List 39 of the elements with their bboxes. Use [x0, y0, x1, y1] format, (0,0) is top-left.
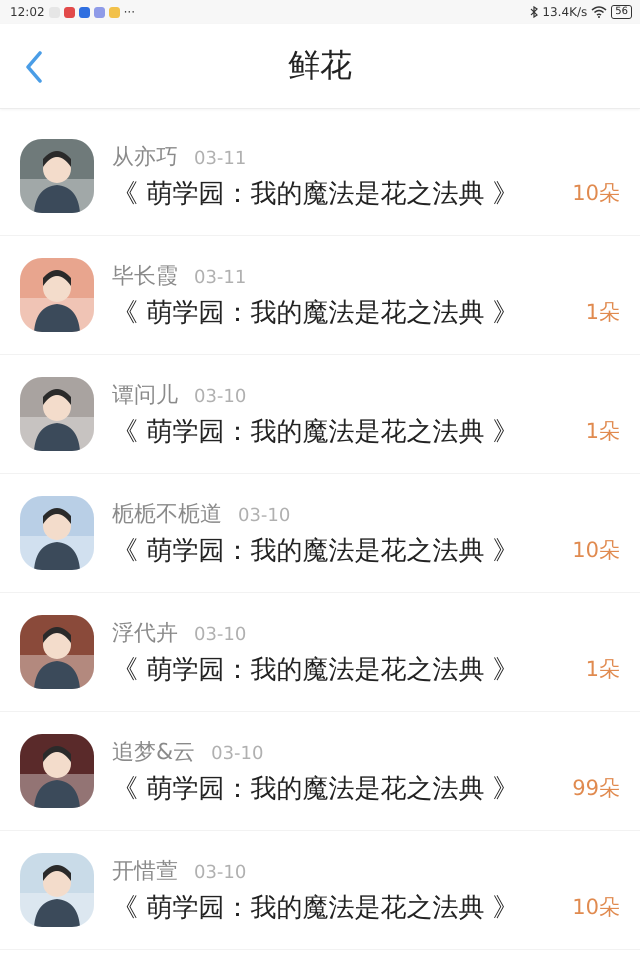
book-title: 《 萌学园：我的魔法是花之法典 》 [112, 296, 519, 330]
flower-count: 1朵 [586, 299, 620, 326]
book-title: 《 萌学园：我的魔法是花之法典 》 [112, 892, 519, 924]
user-name: 浮代卉 [112, 620, 178, 648]
wifi-icon [591, 6, 608, 18]
user-name: 谭问儿 [112, 382, 178, 410]
book-title: 《 萌学园：我的魔法是花之法典 》 [112, 654, 519, 686]
flower-count: 10朵 [572, 537, 620, 564]
more-notifications: ··· [124, 5, 136, 19]
app-icon [78, 6, 90, 18]
gift-date: 03-10 [194, 862, 246, 882]
gift-date: 03-10 [194, 386, 246, 406]
gift-date: 03-11 [194, 148, 246, 168]
gift-date: 03-11 [194, 266, 246, 288]
book-title: 《 萌学园：我的魔法是花之法典 》 [112, 416, 519, 448]
user-name: 追梦&云 [112, 738, 196, 766]
user-name: 毕长霞 [112, 262, 178, 290]
user-name: 从亦巧 [112, 144, 178, 172]
bluetooth-icon [530, 6, 538, 18]
battery-level: 56 [611, 5, 632, 19]
flower-count: 1朵 [586, 656, 620, 683]
status-time: 12:02 [10, 5, 45, 19]
gift-date: 03-10 [238, 504, 290, 526]
book-title: 《 萌学园：我的魔法是花之法典 》 [112, 534, 519, 568]
gift-date: 03-10 [194, 624, 246, 644]
flower-count: 10朵 [572, 180, 620, 207]
flower-count: 10朵 [572, 894, 620, 921]
app-icon [94, 6, 105, 18]
book-title: 《 萌学园：我的魔法是花之法典 》 [112, 772, 519, 806]
app-icon [108, 6, 120, 18]
user-name: 栀栀不栀道 [112, 500, 222, 528]
flower-count: 1朵 [586, 418, 620, 445]
app-icon [64, 6, 75, 18]
page-title: 鲜花 [288, 45, 352, 86]
gift-date: 03-10 [211, 742, 264, 764]
book-title: 《 萌学园：我的魔法是花之法典 》 [112, 178, 519, 210]
flower-count: 99朵 [572, 775, 620, 802]
network-speed: 13.4K/s [542, 5, 588, 19]
user-name: 开惜萱 [112, 858, 178, 886]
